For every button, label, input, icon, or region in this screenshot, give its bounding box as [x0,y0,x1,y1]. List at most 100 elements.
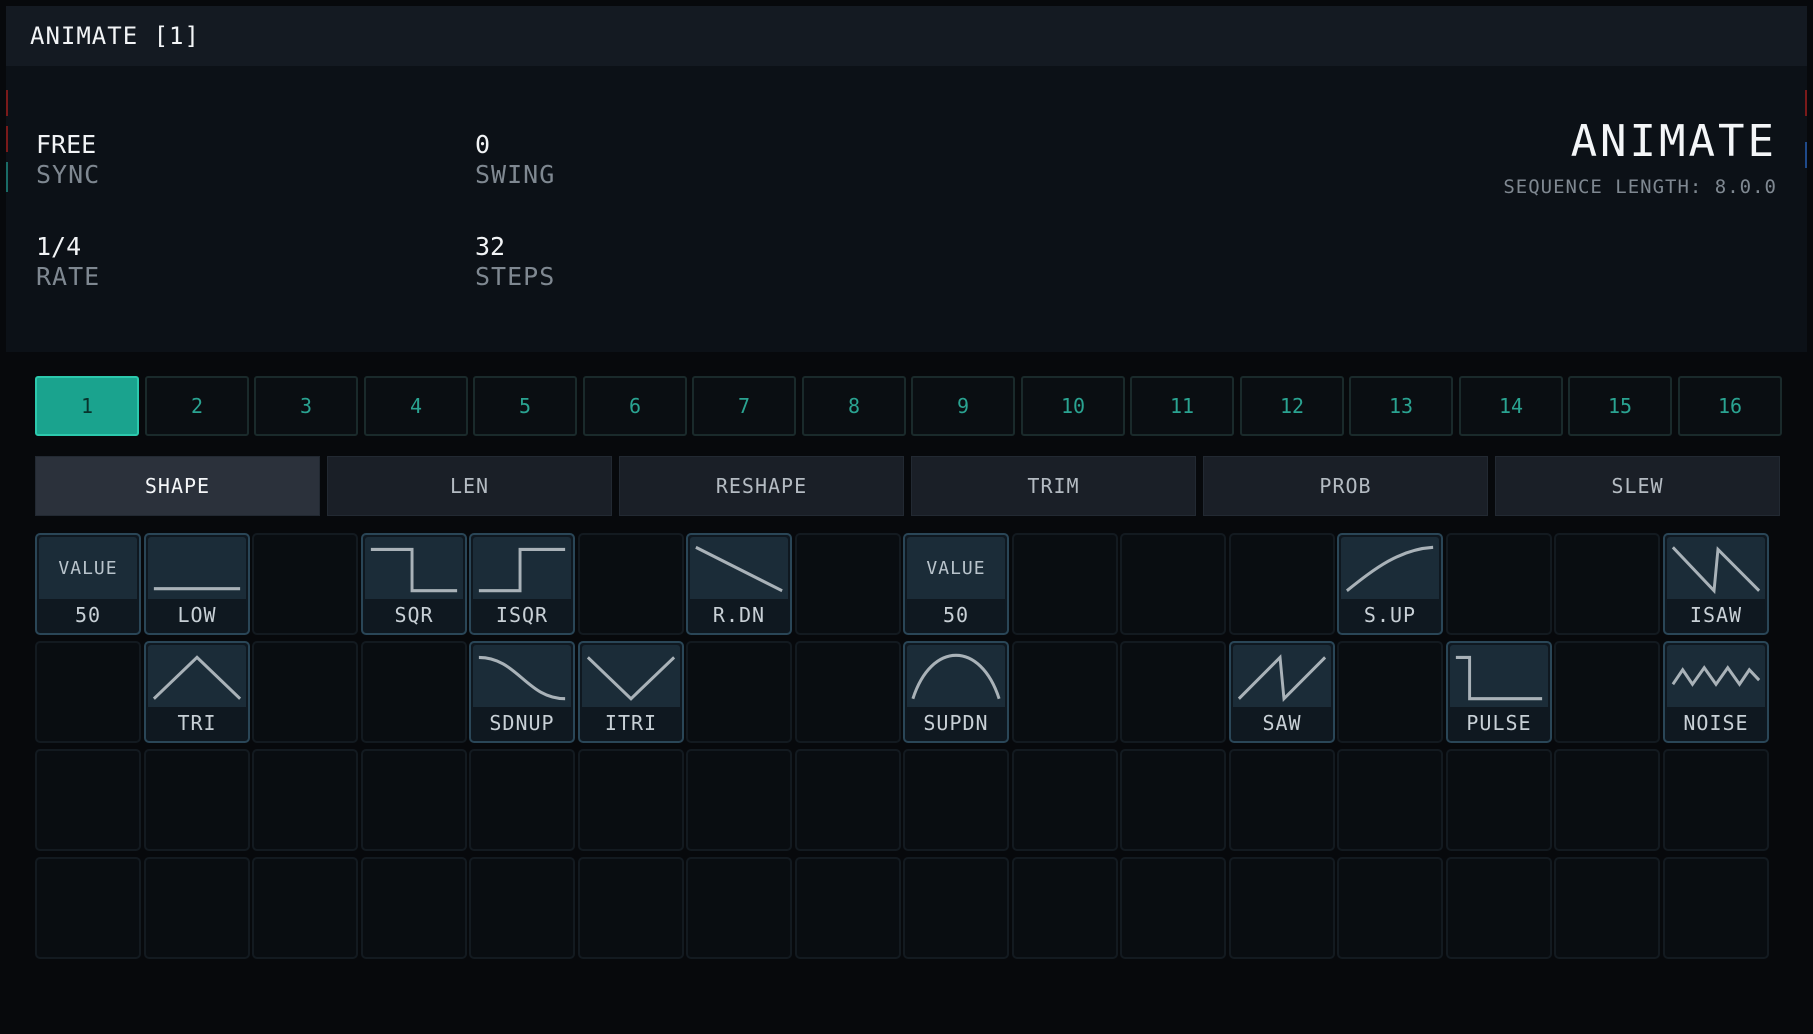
page-button-14[interactable]: 14 [1459,376,1563,436]
sync-param[interactable]: FREE SYNC [36,130,100,190]
empty-step-cell[interactable] [686,857,792,959]
empty-step-cell[interactable] [252,641,358,743]
empty-step-cell[interactable] [1446,857,1552,959]
empty-step-cell[interactable] [1554,857,1660,959]
empty-step-cell[interactable] [1554,533,1660,635]
empty-step-cell[interactable] [795,749,901,851]
shape-preview [1233,645,1331,707]
empty-step-cell[interactable] [35,641,141,743]
empty-step-cell[interactable] [1337,857,1443,959]
empty-step-cell[interactable] [252,749,358,851]
tab-prob[interactable]: PROB [1203,456,1488,516]
empty-step-cell[interactable] [1120,533,1226,635]
shape-label: R.DN [712,603,766,627]
page-button-7[interactable]: 7 [692,376,796,436]
empty-step-cell[interactable] [795,857,901,959]
page-button-2[interactable]: 2 [145,376,249,436]
page-button-12[interactable]: 12 [1240,376,1344,436]
page-button-5[interactable]: 5 [473,376,577,436]
empty-step-cell[interactable] [469,749,575,851]
empty-step-cell[interactable] [361,749,467,851]
page-button-8[interactable]: 8 [802,376,906,436]
empty-step-cell[interactable] [578,749,684,851]
shape-cell-supdn[interactable]: SUPDN [903,641,1009,743]
empty-step-cell[interactable] [1229,749,1335,851]
tab-shape[interactable]: SHAPE [35,456,320,516]
empty-step-cell[interactable] [469,857,575,959]
steps-value: 32 [475,232,506,261]
empty-step-cell[interactable] [1012,857,1118,959]
shape-cell-isaw[interactable]: ISAW [1663,533,1769,635]
shape-label: ISQR [495,603,549,627]
page-button-3[interactable]: 3 [254,376,358,436]
empty-step-cell[interactable] [1229,857,1335,959]
empty-step-cell[interactable] [252,857,358,959]
page-button-6[interactable]: 6 [583,376,687,436]
shape-cell-rdn[interactable]: R.DN [686,533,792,635]
empty-step-cell[interactable] [1554,641,1660,743]
page-button-4[interactable]: 4 [364,376,468,436]
shape-cell-sdnup[interactable]: SDNUP [469,641,575,743]
empty-step-cell[interactable] [1012,533,1118,635]
empty-step-cell[interactable] [144,857,250,959]
empty-step-cell[interactable] [361,857,467,959]
page-button-11[interactable]: 11 [1130,376,1234,436]
empty-step-cell[interactable] [578,857,684,959]
tab-reshape[interactable]: RESHAPE [619,456,904,516]
empty-step-cell[interactable] [1337,749,1443,851]
empty-step-cell[interactable] [1663,749,1769,851]
empty-step-cell[interactable] [1337,641,1443,743]
page-button-16[interactable]: 16 [1678,376,1782,436]
empty-step-cell[interactable] [795,641,901,743]
tab-len[interactable]: LEN [327,456,612,516]
swing-param[interactable]: 0 SWING [475,130,555,190]
empty-step-cell[interactable] [1120,857,1226,959]
empty-step-cell[interactable] [1663,857,1769,959]
shape-cell-noise[interactable]: NOISE [1663,641,1769,743]
shape-cell-saw[interactable]: SAW [1229,641,1335,743]
empty-step-cell[interactable] [578,533,684,635]
empty-step-cell[interactable] [361,641,467,743]
page-button-13[interactable]: 13 [1349,376,1453,436]
right-edge-marker-blue [1805,142,1807,168]
shape-cell-sup[interactable]: S.UP [1337,533,1443,635]
shape-label: SUPDN [923,711,989,735]
shape-cell-50[interactable]: VALUE 50 [35,533,141,635]
page-button-9[interactable]: 9 [911,376,1015,436]
shape-cell-sqr[interactable]: SQR [361,533,467,635]
empty-step-cell[interactable] [35,857,141,959]
empty-step-cell[interactable] [903,749,1009,851]
shape-cell-50[interactable]: VALUE 50 [903,533,1009,635]
empty-step-cell[interactable] [686,641,792,743]
shape-cell-pulse[interactable]: PULSE [1446,641,1552,743]
empty-step-cell[interactable] [1120,749,1226,851]
empty-step-cell[interactable] [1012,641,1118,743]
page-button-1[interactable]: 1 [35,376,139,436]
low-shape-icon [153,587,241,591]
empty-step-cell[interactable] [1120,641,1226,743]
empty-step-cell[interactable] [1446,749,1552,851]
empty-step-cell[interactable] [1554,749,1660,851]
empty-step-cell[interactable] [144,749,250,851]
shape-cell-low[interactable]: LOW [144,533,250,635]
empty-step-cell[interactable] [795,533,901,635]
rate-param[interactable]: 1/4 RATE [36,232,100,292]
shape-grid: VALUE 50 LOW SQR ISQR R.DN VALUE 50 S.UP ISAW TRI S… [35,533,1787,969]
tab-trim[interactable]: TRIM [911,456,1196,516]
shape-cell-tri[interactable]: TRI [144,641,250,743]
empty-step-cell[interactable] [1446,533,1552,635]
shape-cell-isqr[interactable]: ISQR [469,533,575,635]
empty-step-cell[interactable] [1229,533,1335,635]
page-button-15[interactable]: 15 [1568,376,1672,436]
page-button-10[interactable]: 10 [1021,376,1125,436]
empty-step-cell[interactable] [903,857,1009,959]
shape-preview [907,645,1005,707]
empty-step-cell[interactable] [686,749,792,851]
tab-slew[interactable]: SLEW [1495,456,1780,516]
shape-cell-itri[interactable]: ITRI [578,641,684,743]
empty-step-cell[interactable] [1012,749,1118,851]
smooth-down-up-shape-icon [478,655,566,701]
empty-step-cell[interactable] [35,749,141,851]
empty-step-cell[interactable] [252,533,358,635]
steps-param[interactable]: 32 STEPS [475,232,555,292]
